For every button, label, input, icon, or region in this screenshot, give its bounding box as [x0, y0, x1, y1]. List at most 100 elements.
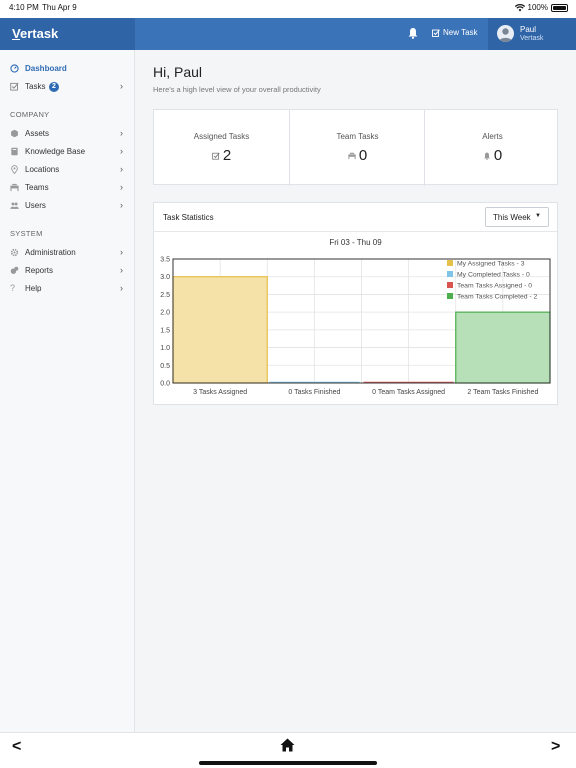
chevron-right-icon: › [120, 164, 123, 174]
chevron-right-icon: › [120, 283, 123, 293]
legend-label: My Assigned Tasks - 3 [457, 261, 525, 268]
card-header: Task Statistics This Week ▼ [154, 203, 557, 232]
legend-swatch [447, 293, 453, 299]
period-select[interactable]: This Week ▼ [485, 207, 549, 227]
assets-icon [11, 129, 18, 138]
legend-label: Team Tasks Assigned - 0 [457, 283, 532, 290]
sidebar-item-label: Tasks [25, 82, 46, 91]
sidebar-item-label: Assets [25, 129, 50, 138]
legend-label: My Completed Tasks - 0 [457, 272, 530, 279]
sidebar-item-label: Locations [25, 165, 60, 174]
status-time: 4:10 PM [9, 3, 39, 12]
new-task-label: New Task [443, 28, 478, 37]
task-statistics-chart: 0.0 0.5 1.0 1.5 2.0 2.5 3.0 3.5 3 Tasks Assigned… [160, 257, 551, 396]
brand-name: ertask [19, 26, 59, 41]
home-icon[interactable] [280, 738, 295, 752]
chevron-right-icon: › [120, 247, 123, 257]
sidebar-item-label: Teams [25, 183, 49, 192]
tasks-count-badge: 2 [49, 82, 59, 92]
chevron-right-icon: › [120, 128, 123, 138]
status-bar: 4:10 PM Thu Apr 9 100% [0, 0, 576, 18]
sidebar-item-teams[interactable]: Teams › [0, 179, 135, 195]
x-tick-label: 2 Team Tasks Finished [467, 389, 538, 396]
caret-down-icon: ▼ [535, 213, 541, 219]
sidebar-item-administration[interactable]: Administration › [0, 244, 135, 260]
chevron-right-icon: › [120, 265, 123, 275]
chevron-right-icon: › [120, 182, 123, 192]
sidebar-item-tasks[interactable]: Tasks 2 › [0, 78, 135, 94]
section-heading-company: COMPANY [10, 110, 50, 119]
sidebar-item-locations[interactable]: Locations › [0, 161, 135, 177]
teams-icon [10, 183, 19, 192]
stat-value: 0 [358, 147, 368, 164]
period-select-value: This Week [493, 213, 531, 222]
brand-logo[interactable]: Vertask [0, 18, 135, 50]
chevron-right-icon: › [120, 81, 123, 91]
help-icon: ? [10, 283, 16, 293]
user-name: Paul [520, 25, 537, 34]
stats-panel: Assigned Tasks 2 Team Tasks 0 Alerts 0 [153, 109, 559, 186]
sidebar-item-label: Users [25, 201, 46, 210]
y-tick-label: 2.0 [160, 310, 170, 317]
book-icon [11, 147, 18, 156]
sidebar-item-dashboard[interactable]: Dashboard [0, 60, 135, 76]
y-tick-label: 0.0 [160, 381, 170, 388]
sidebar-item-label: Administration [25, 248, 76, 257]
reports-icon [10, 266, 19, 274]
user-org: Vertask [520, 35, 544, 42]
legend-swatch [447, 282, 453, 288]
avatar [497, 25, 514, 42]
sidebar-item-knowledge-base[interactable]: Knowledge Base › [0, 143, 135, 159]
page-title: Hi, Paul [153, 64, 203, 80]
forward-arrow-icon[interactable]: > [551, 738, 560, 756]
brand-initial: V [12, 26, 20, 41]
bell-icon[interactable] [408, 27, 418, 39]
section-heading-system: SYSTEM [10, 229, 43, 238]
stat-team-tasks[interactable]: Team Tasks 0 [289, 110, 424, 186]
tasks-icon [212, 152, 220, 160]
y-tick-label: 2.5 [160, 292, 170, 299]
sidebar-item-users[interactable]: Users › [0, 197, 135, 213]
chevron-right-icon: › [120, 146, 123, 156]
user-avatar-icon [499, 28, 512, 42]
users-icon [10, 202, 19, 209]
back-arrow-icon[interactable]: < [12, 738, 21, 756]
task-statistics-card: Task Statistics This Week ▼ Fri 03 - Thu… [153, 202, 558, 405]
stat-value: 2 [222, 147, 232, 164]
tasks-icon [10, 82, 19, 91]
chart-title: Fri 03 - Thu 09 [329, 238, 382, 247]
card-title: Task Statistics [163, 213, 214, 222]
location-pin-icon [11, 165, 18, 174]
user-menu[interactable]: Paul Vertask [488, 18, 576, 50]
stat-label: Team Tasks [336, 132, 379, 141]
sidebar-item-label: Help [25, 284, 42, 293]
dashboard-icon [10, 64, 19, 73]
x-tick-label: 3 Tasks Assigned [193, 389, 247, 396]
sidebar-item-label: Knowledge Base [25, 147, 86, 156]
status-date: Thu Apr 9 [42, 3, 77, 12]
y-tick-label: 1.0 [160, 345, 170, 352]
new-task-button[interactable]: New Task [432, 28, 478, 37]
stat-value: 0 [493, 147, 503, 164]
y-tick-label: 3.0 [160, 274, 170, 281]
wifi-icon [514, 3, 525, 11]
sidebar-item-label: Dashboard [25, 64, 67, 73]
edit-icon [432, 28, 440, 37]
stat-label: Alerts [482, 132, 503, 141]
app-header: Vertask New Task Paul Vertask [0, 18, 576, 50]
sidebar-item-reports[interactable]: Reports › [0, 262, 135, 278]
chevron-right-icon: › [120, 200, 123, 210]
stat-alerts[interactable]: Alerts 0 [424, 110, 559, 186]
y-tick-label: 1.5 [160, 327, 170, 334]
y-tick-label: 3.5 [160, 257, 170, 264]
sidebar-item-assets[interactable]: Assets › [0, 125, 135, 141]
gear-icon [10, 248, 19, 257]
stat-label: Assigned Tasks [193, 132, 250, 141]
sidebar-item-label: Reports [25, 266, 54, 275]
home-indicator [199, 761, 377, 765]
chart-bar [172, 276, 268, 384]
legend-swatch [447, 260, 453, 266]
browser-bottom-bar: < > [0, 732, 576, 768]
stat-assigned-tasks[interactable]: Assigned Tasks 2 [154, 110, 289, 186]
sidebar-item-help[interactable]: ? Help › [0, 280, 135, 296]
